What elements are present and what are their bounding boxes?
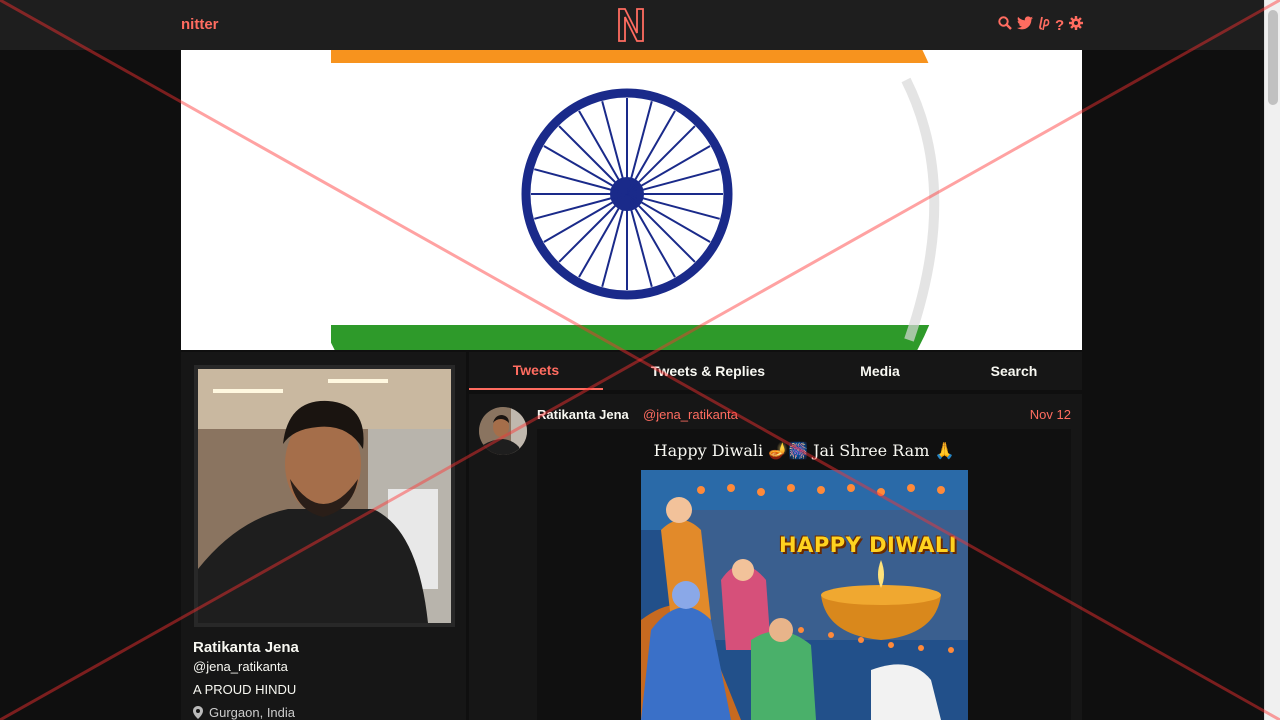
profile-avatar[interactable]: [194, 365, 455, 627]
banner-image: [181, 50, 1082, 350]
tweet-avatar[interactable]: [479, 407, 527, 455]
search-icon[interactable]: [998, 15, 1012, 35]
nitter-logo-icon[interactable]: [616, 7, 646, 43]
tweet-media-image[interactable]: HAPPY DIWALI: [641, 470, 968, 720]
profile-bio: A PROUD HINDU: [193, 682, 297, 697]
scrollbar-thumb[interactable]: [1268, 10, 1278, 105]
location-pin-icon: [193, 706, 203, 719]
navbar: nitter ?: [0, 0, 1264, 50]
happy-diwali-text: HAPPY DIWALI: [779, 533, 958, 557]
timeline-tabs: Tweets Tweets & Replies Media Search: [469, 352, 1082, 390]
liberapay-icon[interactable]: [1038, 16, 1050, 35]
media-caption: Happy Diwali 🪔🎆 Jai Shree Ram 🙏: [653, 441, 955, 460]
tweet-username[interactable]: @jena_ratikanta: [643, 407, 738, 422]
tab-tweets-replies[interactable]: Tweets & Replies: [631, 352, 785, 390]
avatar-image: [198, 369, 451, 623]
tab-tweets[interactable]: Tweets: [469, 352, 603, 390]
twitter-icon[interactable]: [1017, 15, 1033, 35]
page-scrollbar[interactable]: [1264, 0, 1280, 720]
help-icon[interactable]: ?: [1055, 17, 1064, 34]
profile-location: Gurgaon, India: [193, 705, 295, 720]
profile-username[interactable]: @jena_ratikanta: [193, 659, 288, 674]
diwali-illustration: [641, 470, 968, 720]
tab-search[interactable]: Search: [974, 352, 1054, 390]
profile-banner[interactable]: [181, 50, 1082, 350]
gear-icon[interactable]: [1069, 15, 1084, 35]
tweet-media[interactable]: Happy Diwali 🪔🎆 Jai Shree Ram 🙏 HAPPY DI…: [537, 429, 1071, 720]
profile-fullname[interactable]: Ratikanta Jena: [193, 639, 299, 656]
tweet-fullname[interactable]: Ratikanta Jena: [537, 407, 629, 422]
profile-location-text: Gurgaon, India: [209, 705, 296, 720]
tab-media[interactable]: Media: [839, 352, 921, 390]
profile-card: Ratikanta Jena @jena_ratikanta A PROUD H…: [181, 352, 466, 720]
tweet-avatar-image: [479, 407, 527, 455]
nav-icons: ?: [998, 15, 1084, 35]
tweet-date[interactable]: Nov 12: [1009, 407, 1071, 422]
timeline: Ratikanta Jena @jena_ratikanta Nov 12 Ha…: [469, 394, 1082, 720]
brand-link[interactable]: nitter: [181, 16, 219, 33]
